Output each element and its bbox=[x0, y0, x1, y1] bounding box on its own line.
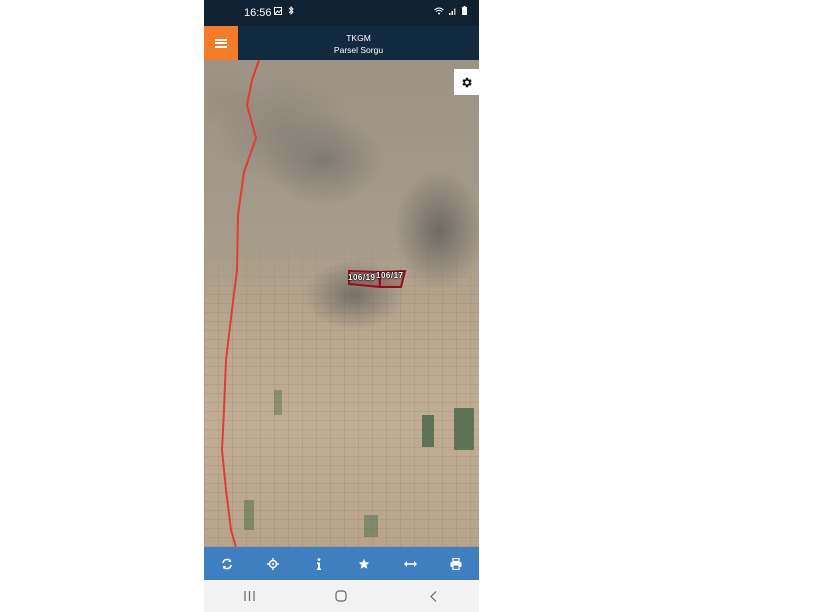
wifi-icon bbox=[434, 7, 445, 15]
refresh-button[interactable] bbox=[212, 547, 242, 580]
map-settings-button[interactable] bbox=[454, 69, 479, 95]
info-icon bbox=[316, 557, 321, 570]
measure-button[interactable] bbox=[395, 547, 425, 580]
phone-screen: 16:56 TKGM Parsel Sorgu 106/19 106/17 bbox=[204, 0, 479, 612]
gear-icon bbox=[462, 77, 472, 87]
back-button[interactable] bbox=[413, 580, 453, 612]
star-icon bbox=[359, 558, 370, 569]
status-time: 16:56 bbox=[244, 7, 272, 19]
recent-apps-button[interactable] bbox=[230, 580, 270, 612]
hamburger-icon bbox=[215, 38, 227, 48]
map-toolbar bbox=[204, 547, 479, 580]
home-icon bbox=[335, 590, 348, 602]
signal-icon bbox=[449, 8, 456, 15]
back-icon bbox=[429, 590, 437, 602]
system-nav-bar bbox=[204, 580, 479, 612]
image-icon bbox=[274, 7, 282, 15]
status-right-icons bbox=[434, 6, 467, 18]
refresh-icon bbox=[222, 558, 232, 569]
locate-button[interactable] bbox=[258, 547, 288, 580]
print-button[interactable] bbox=[441, 547, 471, 580]
parcel-label-106-17[interactable]: 106/17 bbox=[376, 271, 403, 280]
favorite-button[interactable] bbox=[349, 547, 379, 580]
info-button[interactable] bbox=[304, 547, 334, 580]
app-title: TKGM bbox=[346, 33, 371, 43]
status-left-icons bbox=[274, 5, 294, 18]
satellite-map[interactable]: 106/19 106/17 bbox=[204, 60, 479, 547]
parcel-outlines bbox=[348, 269, 407, 289]
home-button[interactable] bbox=[321, 580, 361, 612]
bluetooth-icon bbox=[288, 5, 294, 16]
title-block: TKGM Parsel Sorgu bbox=[238, 32, 479, 56]
recent-apps-icon bbox=[244, 591, 255, 601]
app-bar: TKGM Parsel Sorgu bbox=[204, 26, 479, 60]
crosshair-icon bbox=[266, 557, 279, 570]
status-bar: 16:56 bbox=[204, 0, 479, 26]
menu-button[interactable] bbox=[204, 26, 238, 60]
print-icon bbox=[450, 557, 462, 570]
battery-icon bbox=[462, 6, 467, 15]
measure-icon bbox=[403, 560, 417, 567]
parcel-label-106-19[interactable]: 106/19 bbox=[348, 273, 375, 282]
app-subtitle: Parsel Sorgu bbox=[333, 45, 384, 55]
